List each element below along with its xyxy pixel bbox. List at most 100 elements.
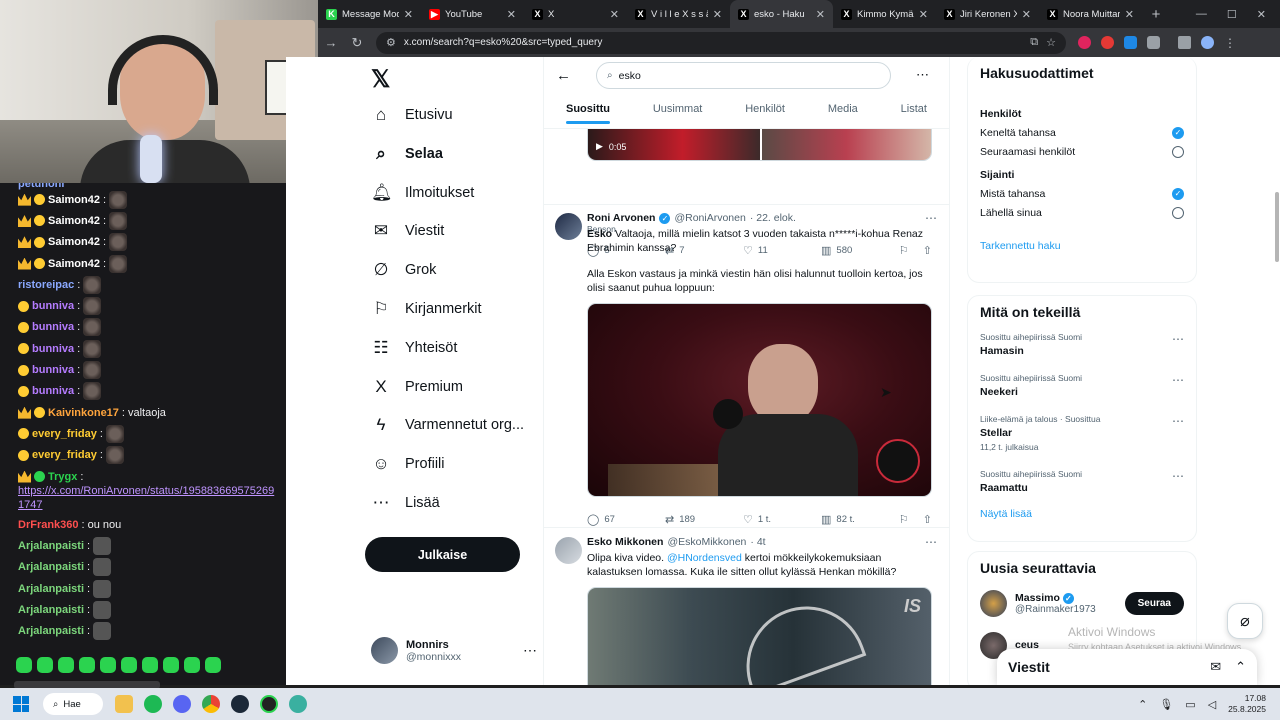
filter-option[interactable]: Keneltä tahansa ✓ <box>980 123 1184 142</box>
video-media[interactable]: ➤ <box>587 303 932 497</box>
more-icon[interactable]: ⋯ <box>523 642 537 659</box>
puzzle-icon[interactable] <box>1147 36 1160 49</box>
tab-listat[interactable]: Listat <box>901 103 927 124</box>
emote-icon[interactable] <box>184 657 200 673</box>
messages-drawer[interactable]: Viestit ✉ ⌃ <box>997 649 1257 685</box>
chrome-profile-icon[interactable] <box>260 695 278 713</box>
new-message-icon[interactable]: ✉ <box>1210 659 1221 675</box>
close-tab-icon[interactable]: ✕ <box>919 8 928 21</box>
reload-icon[interactable]: ↻ <box>344 35 370 51</box>
tab-suosittu[interactable]: Suosittu <box>566 103 610 124</box>
more-icon[interactable]: ⋯ <box>916 67 929 83</box>
sidebar-icon[interactable] <box>1178 36 1191 49</box>
avatar[interactable] <box>555 213 582 240</box>
trend-item[interactable]: Suosittu aihepiirissä Suomi Raamattu ⋯ <box>980 469 1184 510</box>
chat-username[interactable]: every_friday <box>32 449 97 461</box>
more-icon[interactable]: ⋯ <box>1172 332 1184 346</box>
discord-icon[interactable] <box>173 695 191 713</box>
browser-tab[interactable]: X V i l l e X s s ä: "I ✕ <box>627 0 730 28</box>
chat-username[interactable]: Saimon42 <box>48 194 100 206</box>
filter-option[interactable]: Mistä tahansa ✓ <box>980 184 1184 203</box>
chat-username[interactable]: Arjalanpaisti <box>18 604 84 616</box>
chat-username[interactable]: Arjalanpaisti <box>18 583 84 595</box>
tab-henkilöt[interactable]: Henkilöt <box>745 103 785 124</box>
clock[interactable]: 17.08 25.8.2025 <box>1228 693 1266 715</box>
chrome-icon[interactable] <box>202 695 220 713</box>
tab-uusimmat[interactable]: Uusimmat <box>653 103 703 124</box>
tab-media[interactable]: Media <box>828 103 858 124</box>
steam-icon[interactable] <box>231 695 249 713</box>
avatar[interactable] <box>980 589 1007 617</box>
tweet[interactable]: Esko Mikkonen @EskoMikkonen · 4t ⋯ Olipa… <box>544 531 949 685</box>
close-tab-icon[interactable]: ✕ <box>713 8 722 21</box>
nav-item-home[interactable]: ⌂ Etusivu <box>371 105 453 125</box>
omnibox[interactable]: ⚙ x.com/search?q=esko%20&src=typed_query… <box>376 31 1066 54</box>
network-icon[interactable]: ▭ <box>1185 698 1195 711</box>
close-window-icon[interactable]: ✕ <box>1257 8 1266 21</box>
tweet-date[interactable]: · 22. elok. <box>750 212 796 224</box>
emote-icon[interactable] <box>163 657 179 673</box>
close-tab-icon[interactable]: ✕ <box>404 8 413 21</box>
chat-username[interactable]: Saimon42 <box>48 258 100 270</box>
profile-avatar-icon[interactable] <box>1201 36 1214 49</box>
browser-tab[interactable]: X X ✕ <box>524 0 627 28</box>
extension-icon[interactable] <box>1078 36 1091 49</box>
emote-icon[interactable] <box>205 657 221 673</box>
volume-icon[interactable]: ◁ <box>1208 698 1216 711</box>
checked-radio-icon[interactable]: ✓ <box>1172 187 1184 200</box>
chat-username[interactable]: bunniva <box>32 300 74 312</box>
emote-icon[interactable] <box>121 657 137 673</box>
nav-item-premium[interactable]: X Premium <box>371 377 463 397</box>
nav-item-explore[interactable]: ⌕ Selaa <box>371 144 443 164</box>
chat-username[interactable]: Saimon42 <box>48 236 100 248</box>
chat-link[interactable]: https://x.com/RoniArvonen/status/1958836… <box>18 484 276 512</box>
browser-tab[interactable]: X Kimmo Kymäläin ✕ <box>833 0 936 28</box>
app-icon[interactable] <box>289 695 307 713</box>
url-text[interactable]: x.com/search?q=esko%20&src=typed_query <box>404 37 1022 48</box>
filter-option[interactable]: Lähellä sinua <box>980 203 1184 222</box>
browser-tab[interactable]: K Message Mode ✕ <box>318 0 421 28</box>
share-icon[interactable]: ⇧ <box>923 513 932 526</box>
new-tab-button[interactable]: + <box>1142 0 1170 28</box>
x-logo-icon[interactable]: 𝕏 <box>371 65 390 94</box>
author-name[interactable]: Esko Mikkonen <box>587 536 663 548</box>
nav-item-messages[interactable]: ✉ Viestit <box>371 221 444 241</box>
search-query[interactable]: esko <box>619 70 641 82</box>
nav-item-verified-orgs[interactable]: ϟ Varmennetut org... <box>371 415 525 435</box>
expand-chevron-icon[interactable]: ⌃ <box>1235 659 1246 675</box>
nav-item-profile[interactable]: ☺ Profiili <box>371 454 444 474</box>
reply-button[interactable]: ◯ 67 <box>587 513 665 526</box>
follow-button[interactable]: Seuraa <box>1124 591 1184 615</box>
post-button[interactable]: Julkaise <box>365 537 520 572</box>
browser-tab[interactable]: X Jiri Keronen Xs ✕ <box>936 0 1039 28</box>
play-icon[interactable]: ▶ <box>596 141 603 152</box>
nav-item-notifications[interactable]: 🔔︎ Ilmoitukset <box>371 183 474 203</box>
chat-username[interactable]: Kaivinkone17 <box>48 407 119 419</box>
extension-icon[interactable] <box>1101 36 1114 49</box>
browser-tab[interactable]: ▶ YouTube ✕ <box>421 0 524 28</box>
site-info-icon[interactable]: ⚙ <box>386 36 396 49</box>
filter-option[interactable]: Seuraamasi henkilöt <box>980 142 1184 161</box>
checked-radio-icon[interactable]: ✓ <box>1172 126 1184 139</box>
radio-icon[interactable] <box>1172 145 1184 158</box>
avatar[interactable] <box>555 537 582 564</box>
tweet-date[interactable]: · 4t <box>750 536 765 548</box>
more-icon[interactable]: ⋯ <box>925 535 937 549</box>
trend-item[interactable]: Liike-elämä ja talous · Suosittua Stellar… <box>980 414 1184 469</box>
chat-username[interactable]: bunniva <box>32 321 74 333</box>
taskbar-search[interactable]: ⌕ Hae <box>43 693 103 715</box>
close-tab-icon[interactable]: ✕ <box>1022 8 1031 21</box>
nav-item-grok[interactable]: ∅ Grok <box>371 260 437 280</box>
tweet[interactable]: Roni Arvonen ✓ @RoniArvonen · 22. elok. … <box>544 207 949 527</box>
author-handle[interactable]: @EskoMikkonen <box>667 536 746 548</box>
maximize-icon[interactable]: ☐ <box>1227 8 1237 21</box>
back-arrow-icon[interactable]: ← <box>556 67 571 84</box>
emote-icon[interactable] <box>100 657 116 673</box>
emote-icon[interactable] <box>58 657 74 673</box>
emote-icon[interactable] <box>142 657 158 673</box>
nav-item-bookmarks[interactable]: ⚐ Kirjanmerkit <box>371 299 481 319</box>
follow-suggestion[interactable]: Massimo ✓ @Rainmaker1973 Seuraa <box>980 582 1184 624</box>
browser-tab[interactable]: X Noora Muittari ✕ <box>1039 0 1142 28</box>
extension-icon[interactable] <box>1124 36 1137 49</box>
minimize-icon[interactable]: — <box>1196 8 1207 20</box>
